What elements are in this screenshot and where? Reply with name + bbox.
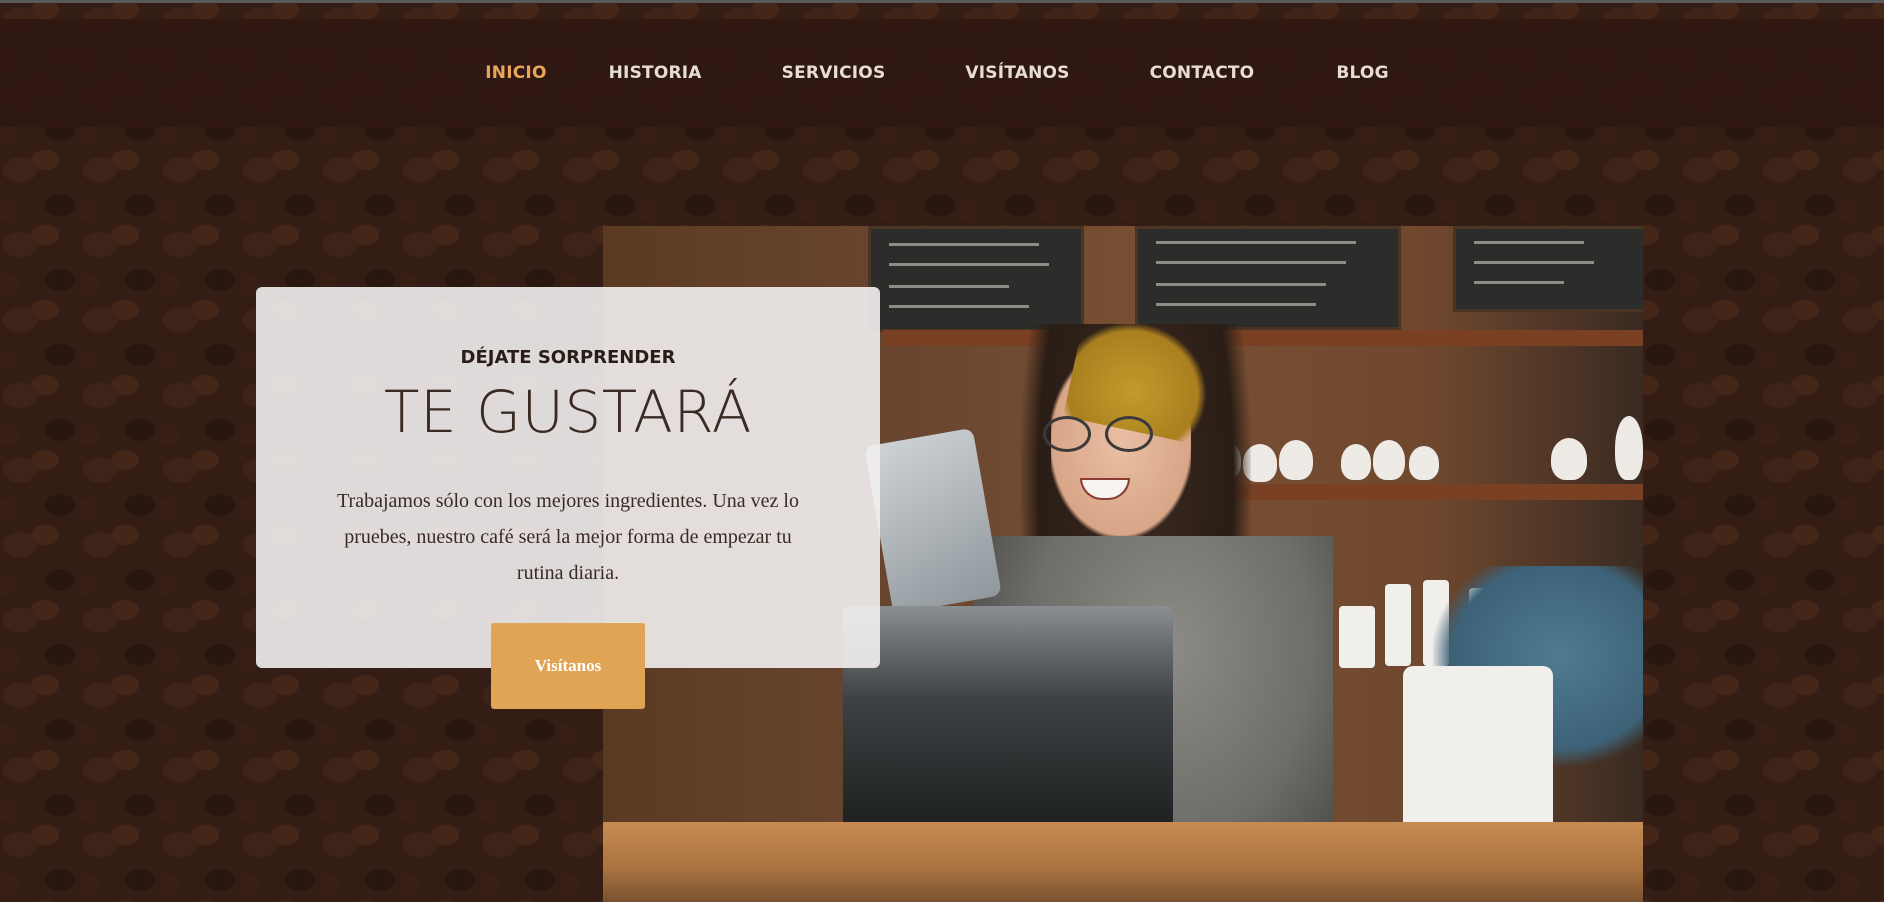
cup	[1341, 444, 1371, 480]
nav-item-historia[interactable]: HISTORIA	[609, 55, 702, 91]
nav-item-contacto[interactable]: CONTACTO	[1150, 55, 1255, 91]
cup	[1409, 446, 1439, 480]
nav-item-servicios[interactable]: SERVICIOS	[782, 55, 886, 91]
hero-eyebrow: DÉJATE SORPRENDER	[460, 347, 676, 368]
visit-us-button[interactable]: Visítanos	[491, 623, 645, 709]
barista-glasses	[1043, 416, 1161, 452]
wooden-counter	[603, 822, 1643, 902]
main-navigation: INICIO HISTORIA SERVICIOS VISÍTANOS CONT…	[0, 19, 1884, 127]
hero-info-card: DÉJATE SORPRENDER TE GUSTARÁ Trabajamos …	[256, 287, 880, 668]
hero-title: TE GUSTARÁ	[384, 378, 752, 446]
wall-shelf	[1203, 484, 1643, 500]
nav-item-visitanos[interactable]: VISÍTANOS	[965, 55, 1069, 91]
cup	[1551, 438, 1587, 480]
hero-description: Trabajamos sólo con los mejores ingredie…	[337, 490, 799, 584]
nav-item-blog[interactable]: BLOG	[1336, 55, 1388, 91]
nav-list: INICIO HISTORIA SERVICIOS VISÍTANOS CONT…	[485, 55, 1388, 91]
wall-shelf	[883, 330, 1643, 346]
paper-cup	[1339, 606, 1375, 668]
paper-cup	[1385, 584, 1411, 666]
menu-chalkboard	[868, 226, 1084, 332]
nav-item-inicio[interactable]: INICIO	[485, 55, 546, 91]
espresso-machine	[843, 606, 1173, 836]
browser-top-border	[0, 0, 1884, 3]
menu-chalkboard	[1135, 226, 1401, 330]
menu-chalkboard	[1453, 226, 1643, 312]
cup	[1373, 440, 1405, 480]
cup	[1279, 440, 1313, 480]
cup	[1615, 416, 1643, 480]
page: INICIO HISTORIA SERVICIOS VISÍTANOS CONT…	[0, 0, 1884, 902]
